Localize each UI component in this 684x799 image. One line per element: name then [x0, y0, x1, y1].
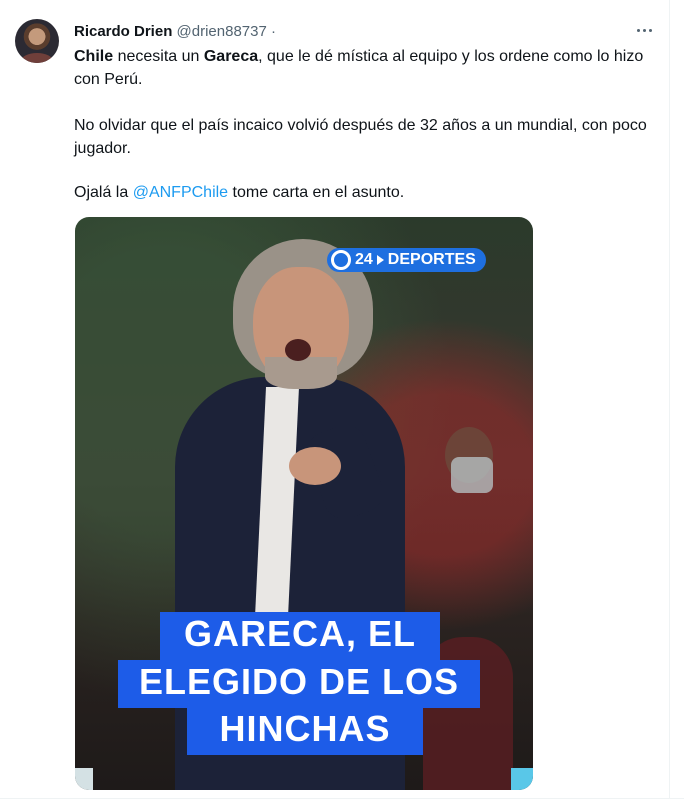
mention-link[interactable]: @ANFPChile [133, 184, 228, 201]
bold-gareca: Gareca [203, 48, 259, 65]
tweet-header: Ricardo Drien @drien88737 · [74, 22, 276, 42]
bold-chile: Chile [74, 48, 114, 65]
logo-brand: DEPORTES [387, 251, 476, 268]
timeline-border [669, 0, 670, 799]
author-avatar[interactable] [15, 19, 59, 63]
more-options-icon[interactable] [630, 16, 658, 44]
text-segment: Ojalá la [74, 184, 133, 201]
tweet-paragraph-3: Ojalá la @ANFPChile tome carta en el asu… [74, 181, 654, 204]
image-corner-right [511, 768, 533, 790]
play-triangle-icon [376, 255, 384, 265]
caption-line-2: ELEGIDO DE LOS [118, 660, 480, 708]
tweet-media-image[interactable]: 24 DEPORTES GARECA, EL ELEGIDO DE LOS HI… [75, 217, 533, 790]
logo-number: 24 [355, 251, 373, 268]
author-handle[interactable]: @drien88737 [177, 23, 267, 40]
text-segment: tome carta en el asunto. [228, 184, 405, 201]
caption-line-3: HINCHAS [187, 707, 423, 755]
tweet-paragraph-1: Chile necesita un Gareca, que le dé míst… [74, 45, 654, 91]
author-name[interactable]: Ricardo Drien [74, 23, 172, 40]
text-segment: necesita un [113, 48, 204, 65]
caption-line-1: GARECA, EL [160, 612, 440, 660]
24-deportes-logo: 24 DEPORTES [327, 248, 486, 272]
header-separator: · [271, 23, 276, 40]
logo-ring-icon [331, 250, 351, 270]
image-corner-left [75, 768, 93, 790]
tweet-paragraph-2: No olvidar que el país incaico volvió de… [74, 117, 647, 157]
